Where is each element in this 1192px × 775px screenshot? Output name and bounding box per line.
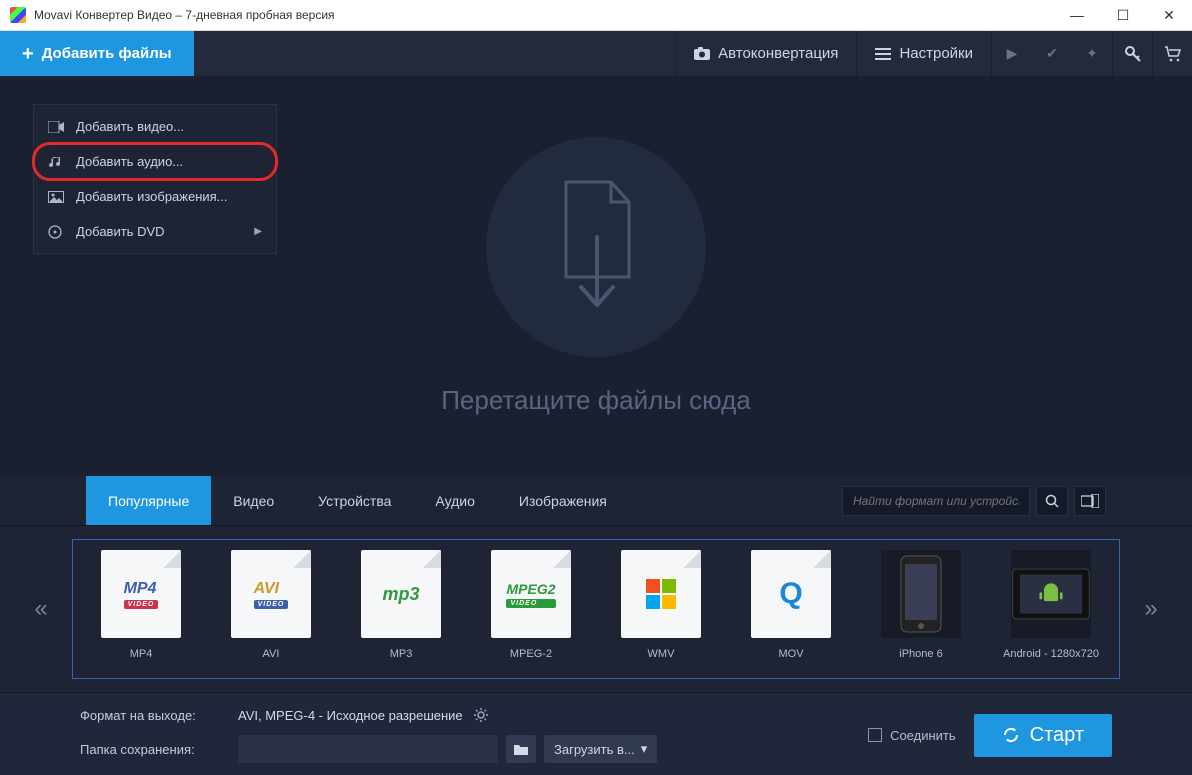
add-audio-label: Добавить аудио... xyxy=(76,154,183,169)
add-files-button[interactable]: + Добавить файлы xyxy=(0,31,194,76)
preset-iphone6[interactable]: iPhone 6 xyxy=(859,546,983,672)
format-search-input[interactable] xyxy=(842,486,1030,516)
preset-mp4[interactable]: MP4VIDEO MP4 xyxy=(79,546,203,672)
tab-images[interactable]: Изображения xyxy=(497,476,629,525)
upload-to-dropdown[interactable]: Загрузить в... ▾ xyxy=(544,735,657,763)
key-icon[interactable] xyxy=(1112,31,1152,76)
plus-icon: + xyxy=(22,44,34,64)
add-files-dropdown: Добавить видео... Добавить аудио... Доба… xyxy=(33,104,277,254)
presets-next-button[interactable]: » xyxy=(1126,539,1176,679)
preset-mp3[interactable]: mp3 MP3 xyxy=(339,546,463,672)
maximize-button[interactable]: ☐ xyxy=(1100,0,1146,31)
android-tablet-icon xyxy=(1011,550,1091,638)
image-icon xyxy=(48,191,64,203)
merge-checkbox[interactable]: Соединить xyxy=(868,728,956,743)
format-settings-button[interactable] xyxy=(473,707,489,723)
output-format-label: Формат на выходе: xyxy=(80,708,228,723)
search-button[interactable] xyxy=(1036,486,1068,516)
cart-icon[interactable] xyxy=(1152,31,1192,76)
window-title: Movavi Конвертер Видео – 7-дневная пробн… xyxy=(34,8,335,22)
add-video-menuitem[interactable]: Добавить видео... xyxy=(34,109,276,144)
autoconvert-label: Автоконвертация xyxy=(718,45,838,62)
tab-video[interactable]: Видео xyxy=(211,476,296,525)
add-dvd-label: Добавить DVD xyxy=(76,224,165,239)
add-dvd-menuitem[interactable]: Добавить DVD ▶ xyxy=(34,214,276,249)
add-images-menuitem[interactable]: Добавить изображения... xyxy=(34,179,276,214)
settings-button[interactable]: Настройки xyxy=(856,31,991,76)
start-button[interactable]: Старт xyxy=(974,714,1112,757)
drop-text: Перетащите файлы сюда xyxy=(441,385,751,416)
convert-icon xyxy=(1002,726,1020,744)
add-video-label: Добавить видео... xyxy=(76,119,184,134)
add-files-label: Добавить файлы xyxy=(42,45,172,62)
chevron-down-icon: ▾ xyxy=(641,741,648,757)
music-icon xyxy=(48,155,64,169)
iphone-icon xyxy=(881,550,961,638)
drop-file-graphic xyxy=(486,137,706,357)
tab-popular[interactable]: Популярные xyxy=(86,476,211,525)
vk-icon[interactable]: ✔ xyxy=(1032,31,1072,76)
presets-list: MP4VIDEO MP4 AVIVIDEO AVI mp3 MP3 MPEG2V… xyxy=(72,539,1120,679)
add-images-label: Добавить изображения... xyxy=(76,189,228,204)
close-button[interactable]: ✕ xyxy=(1146,0,1192,31)
tab-devices[interactable]: Устройства xyxy=(296,476,413,525)
presets-prev-button[interactable]: « xyxy=(16,539,66,679)
start-label: Старт xyxy=(1030,724,1084,747)
disc-icon xyxy=(48,225,64,239)
video-icon xyxy=(48,121,64,133)
preset-wmv[interactable]: WMV xyxy=(599,546,723,672)
bottom-bar: Формат на выходе: AVI, MPEG-4 - Исходное… xyxy=(0,692,1192,775)
hamburger-icon xyxy=(875,48,891,60)
merge-label: Соединить xyxy=(890,728,956,743)
window-titlebar: Movavi Конвертер Видео – 7-дневная пробн… xyxy=(0,0,1192,31)
preset-mpeg2[interactable]: MPEG2VIDEO MPEG-2 xyxy=(469,546,593,672)
preset-mov[interactable]: Q MOV xyxy=(729,546,853,672)
app-icon xyxy=(10,7,26,23)
camera-icon xyxy=(694,47,710,61)
preset-avi[interactable]: AVIVIDEO AVI xyxy=(209,546,333,672)
minimize-button[interactable]: — xyxy=(1054,0,1100,31)
settings-label: Настройки xyxy=(899,45,973,62)
add-audio-menuitem[interactable]: Добавить аудио... xyxy=(34,144,276,179)
save-path-field[interactable] xyxy=(238,735,498,763)
windows-icon xyxy=(643,576,679,612)
save-folder-label: Папка сохранения: xyxy=(80,742,228,757)
upload-label: Загрузить в... xyxy=(554,742,635,757)
format-tabs: Популярные Видео Устройства Аудио Изобра… xyxy=(0,476,1192,526)
autoconvert-button[interactable]: Автоконвертация xyxy=(675,31,856,76)
output-format-value: AVI, MPEG-4 - Исходное разрешение xyxy=(238,708,463,723)
share-icon[interactable]: ✦ xyxy=(1072,31,1112,76)
browse-folder-button[interactable] xyxy=(506,735,536,763)
youtube-icon[interactable]: ▶ xyxy=(992,31,1032,76)
detect-device-button[interactable] xyxy=(1074,486,1106,516)
preset-android[interactable]: Android - 1280x720 xyxy=(989,546,1113,672)
tab-audio[interactable]: Аудио xyxy=(413,476,497,525)
top-toolbar: + Добавить файлы Автоконвертация Настрой… xyxy=(0,31,1192,76)
chevron-right-icon: ▶ xyxy=(254,226,262,237)
